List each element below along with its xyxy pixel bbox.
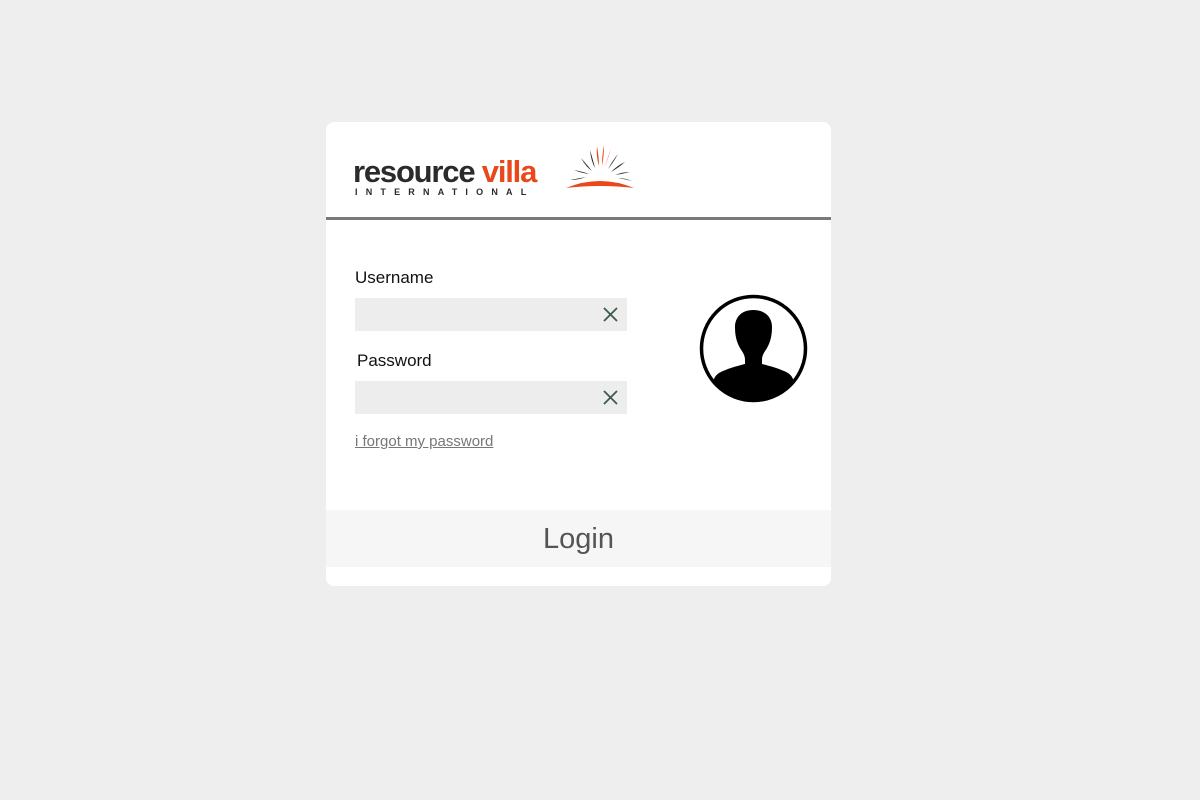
username-label: Username	[355, 268, 434, 287]
login-button[interactable]: Login	[326, 510, 831, 567]
password-label: Password	[357, 351, 432, 370]
password-field-wrap	[355, 381, 627, 414]
user-avatar-icon	[699, 294, 808, 403]
brand-logo: resource villa INTERNATIONAL	[353, 144, 643, 200]
logo-subtitle: INTERNATIONAL	[355, 187, 535, 197]
sunburst-logo-icon	[566, 145, 634, 188]
username-input[interactable]	[355, 298, 587, 331]
card-header: resource villa INTERNATIONAL	[326, 122, 831, 220]
logo-word-villa: villa	[481, 154, 538, 189]
clear-username-icon[interactable]	[602, 306, 619, 323]
clear-password-icon[interactable]	[602, 389, 619, 406]
login-card: resource villa INTERNATIONAL Username Pa…	[326, 122, 831, 586]
logo-word-resource: resource	[353, 154, 476, 189]
forgot-password-link[interactable]: i forgot my password	[355, 433, 493, 451]
username-field-wrap	[355, 298, 627, 331]
password-input[interactable]	[355, 381, 587, 414]
logo-wordmark: resource villa	[353, 154, 538, 189]
